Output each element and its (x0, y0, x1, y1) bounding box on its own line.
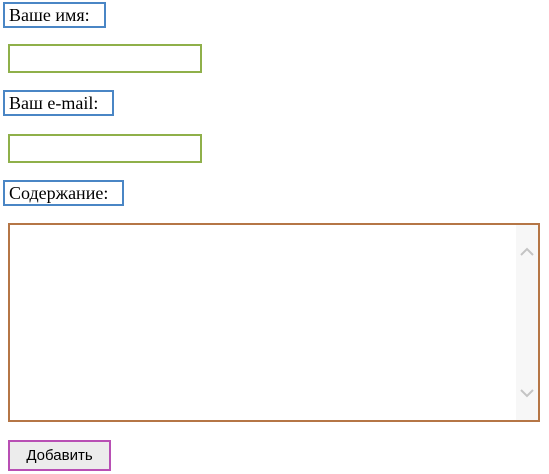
name-label: Ваше имя: (3, 2, 106, 28)
content-label: Содержание: (3, 180, 124, 206)
content-textarea-frame (8, 223, 540, 422)
email-field[interactable] (8, 134, 202, 163)
chevron-down-icon[interactable] (518, 384, 536, 402)
comment-form: Ваше имя: Ваш e-mail: Содержание: Добави… (0, 0, 549, 474)
email-label: Ваш e-mail: (3, 90, 114, 116)
textarea-scrollbar[interactable] (516, 225, 538, 420)
name-field[interactable] (8, 44, 202, 73)
content-textarea[interactable] (10, 225, 516, 420)
add-button[interactable]: Добавить (8, 440, 111, 471)
chevron-up-icon[interactable] (518, 243, 536, 261)
